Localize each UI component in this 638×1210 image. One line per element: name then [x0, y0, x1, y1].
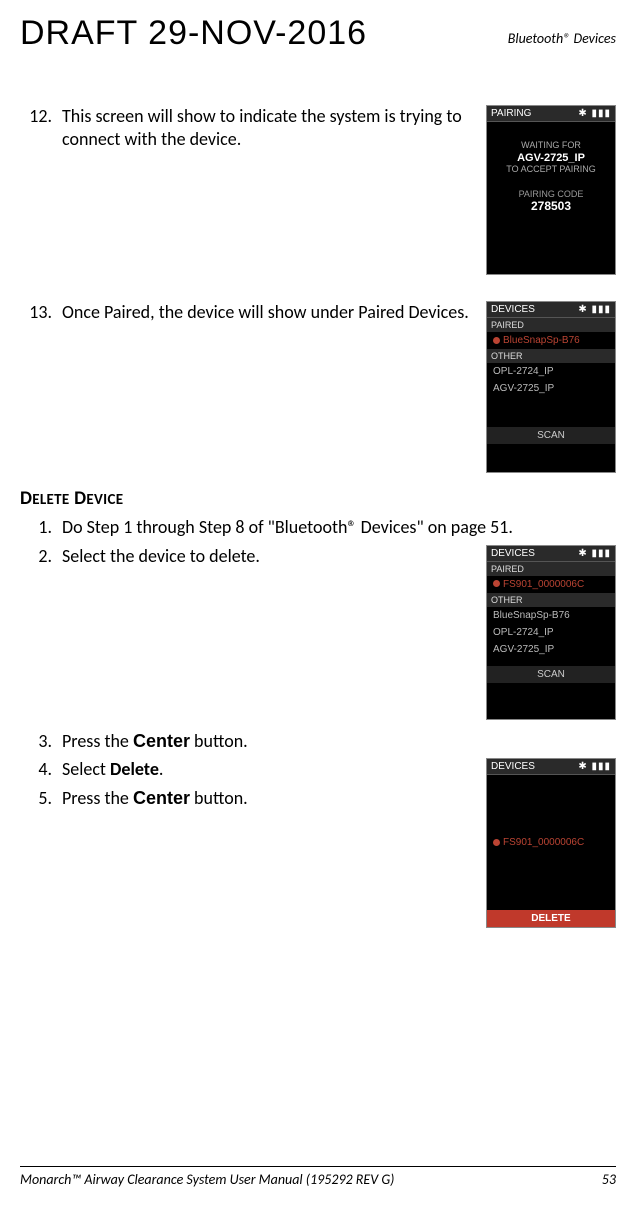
step-text: Press the Center button.	[62, 787, 478, 810]
page-footer: Monarch™ Airway Clearance System User Ma…	[20, 1166, 616, 1188]
delete-device-heading: DELETE DEVICE	[20, 487, 616, 510]
paired-header: PAIRED	[487, 562, 615, 576]
step-text: Do Step 1 through Step 8 of "Bluetooth® …	[62, 516, 616, 539]
other-device: AGV-2725_IP	[487, 380, 615, 397]
step-text: Select the device to delete.	[62, 545, 478, 568]
delete-step-45-block: 4. Select Delete. 5. Press the Center bu…	[20, 758, 616, 928]
delete-step-1: 1. Do Step 1 through Step 8 of "Bluetoot…	[20, 516, 616, 539]
waiting-device: AGV-2725_IP	[491, 152, 611, 164]
draft-stamp: DRAFT 29-NOV-2016	[20, 14, 367, 53]
step-text: This screen will show to indicate the sy…	[62, 105, 478, 150]
page-number: 53	[602, 1171, 616, 1188]
pairing-code-label: PAIRING CODE	[491, 189, 611, 199]
section-label: Bluetooth® Devices	[508, 30, 616, 47]
scan-bar: SCAN	[487, 427, 615, 444]
paired-header: PAIRED	[487, 318, 615, 332]
step-12-block: 12. This screen will show to indicate th…	[20, 105, 616, 275]
other-device: BlueSnapSp-B76	[487, 607, 615, 624]
devices-screenshot: DEVICES ✱ ▮▮▮ PAIRED BlueSnapSp-B76 OTHE…	[486, 301, 616, 473]
status-icons: ✱ ▮▮▮	[578, 548, 611, 559]
waiting-suffix: TO ACCEPT PAIRING	[491, 164, 611, 176]
paired-device: FS901_0000006C	[487, 576, 615, 593]
step-number: 3.	[20, 730, 52, 752]
delete-step-2-block: 2. Select the device to delete. DEVICES …	[20, 545, 616, 720]
step-text: Press the Center button.	[62, 730, 616, 753]
selected-device: FS901_0000006C	[487, 834, 615, 851]
pairing-screenshot: PAIRING ✱ ▮▮▮ WAITING FOR AGV-2725_IP TO…	[486, 105, 616, 275]
status-icons: ✱ ▮▮▮	[578, 304, 611, 315]
other-header: OTHER	[487, 593, 615, 607]
status-icons: ✱ ▮▮▮	[578, 108, 611, 119]
step-13-block: 13. Once Paired, the device will show un…	[20, 301, 616, 473]
waiting-label: WAITING FOR	[491, 140, 611, 152]
other-device: OPL-2724_IP	[487, 363, 615, 380]
paired-device: BlueSnapSp-B76	[487, 332, 615, 349]
screen-title: DEVICES	[491, 548, 535, 559]
delete-screenshot: DEVICES ✱ ▮▮▮ FS901_0000006C DELETE	[486, 758, 616, 928]
screen-title: PAIRING	[491, 108, 531, 119]
step-number: 1.	[20, 516, 52, 538]
screen-title: DEVICES	[491, 761, 535, 772]
screen-title: DEVICES	[491, 304, 535, 315]
step-number: 4.	[20, 758, 52, 780]
status-icons: ✱ ▮▮▮	[578, 761, 611, 772]
delete-step-3: 3. Press the Center button.	[20, 730, 616, 753]
delete-bar: DELETE	[487, 910, 615, 927]
step-number: 5.	[20, 787, 52, 809]
footer-title: Monarch™ Airway Clearance System User Ma…	[20, 1171, 394, 1188]
other-device: OPL-2724_IP	[487, 624, 615, 641]
step-text: Select Delete.	[62, 758, 478, 781]
step-number: 12.	[20, 105, 52, 127]
other-header: OTHER	[487, 349, 615, 363]
page-header: DRAFT 29-NOV-2016 Bluetooth® Devices	[20, 14, 616, 53]
devices-select-screenshot: DEVICES ✱ ▮▮▮ PAIRED FS901_0000006C OTHE…	[486, 545, 616, 720]
step-number: 13.	[20, 301, 52, 323]
pairing-code: 278503	[491, 199, 611, 213]
step-text: Once Paired, the device will show under …	[62, 301, 478, 324]
step-number: 2.	[20, 545, 52, 567]
other-device: AGV-2725_IP	[487, 641, 615, 658]
scan-bar: SCAN	[487, 666, 615, 683]
